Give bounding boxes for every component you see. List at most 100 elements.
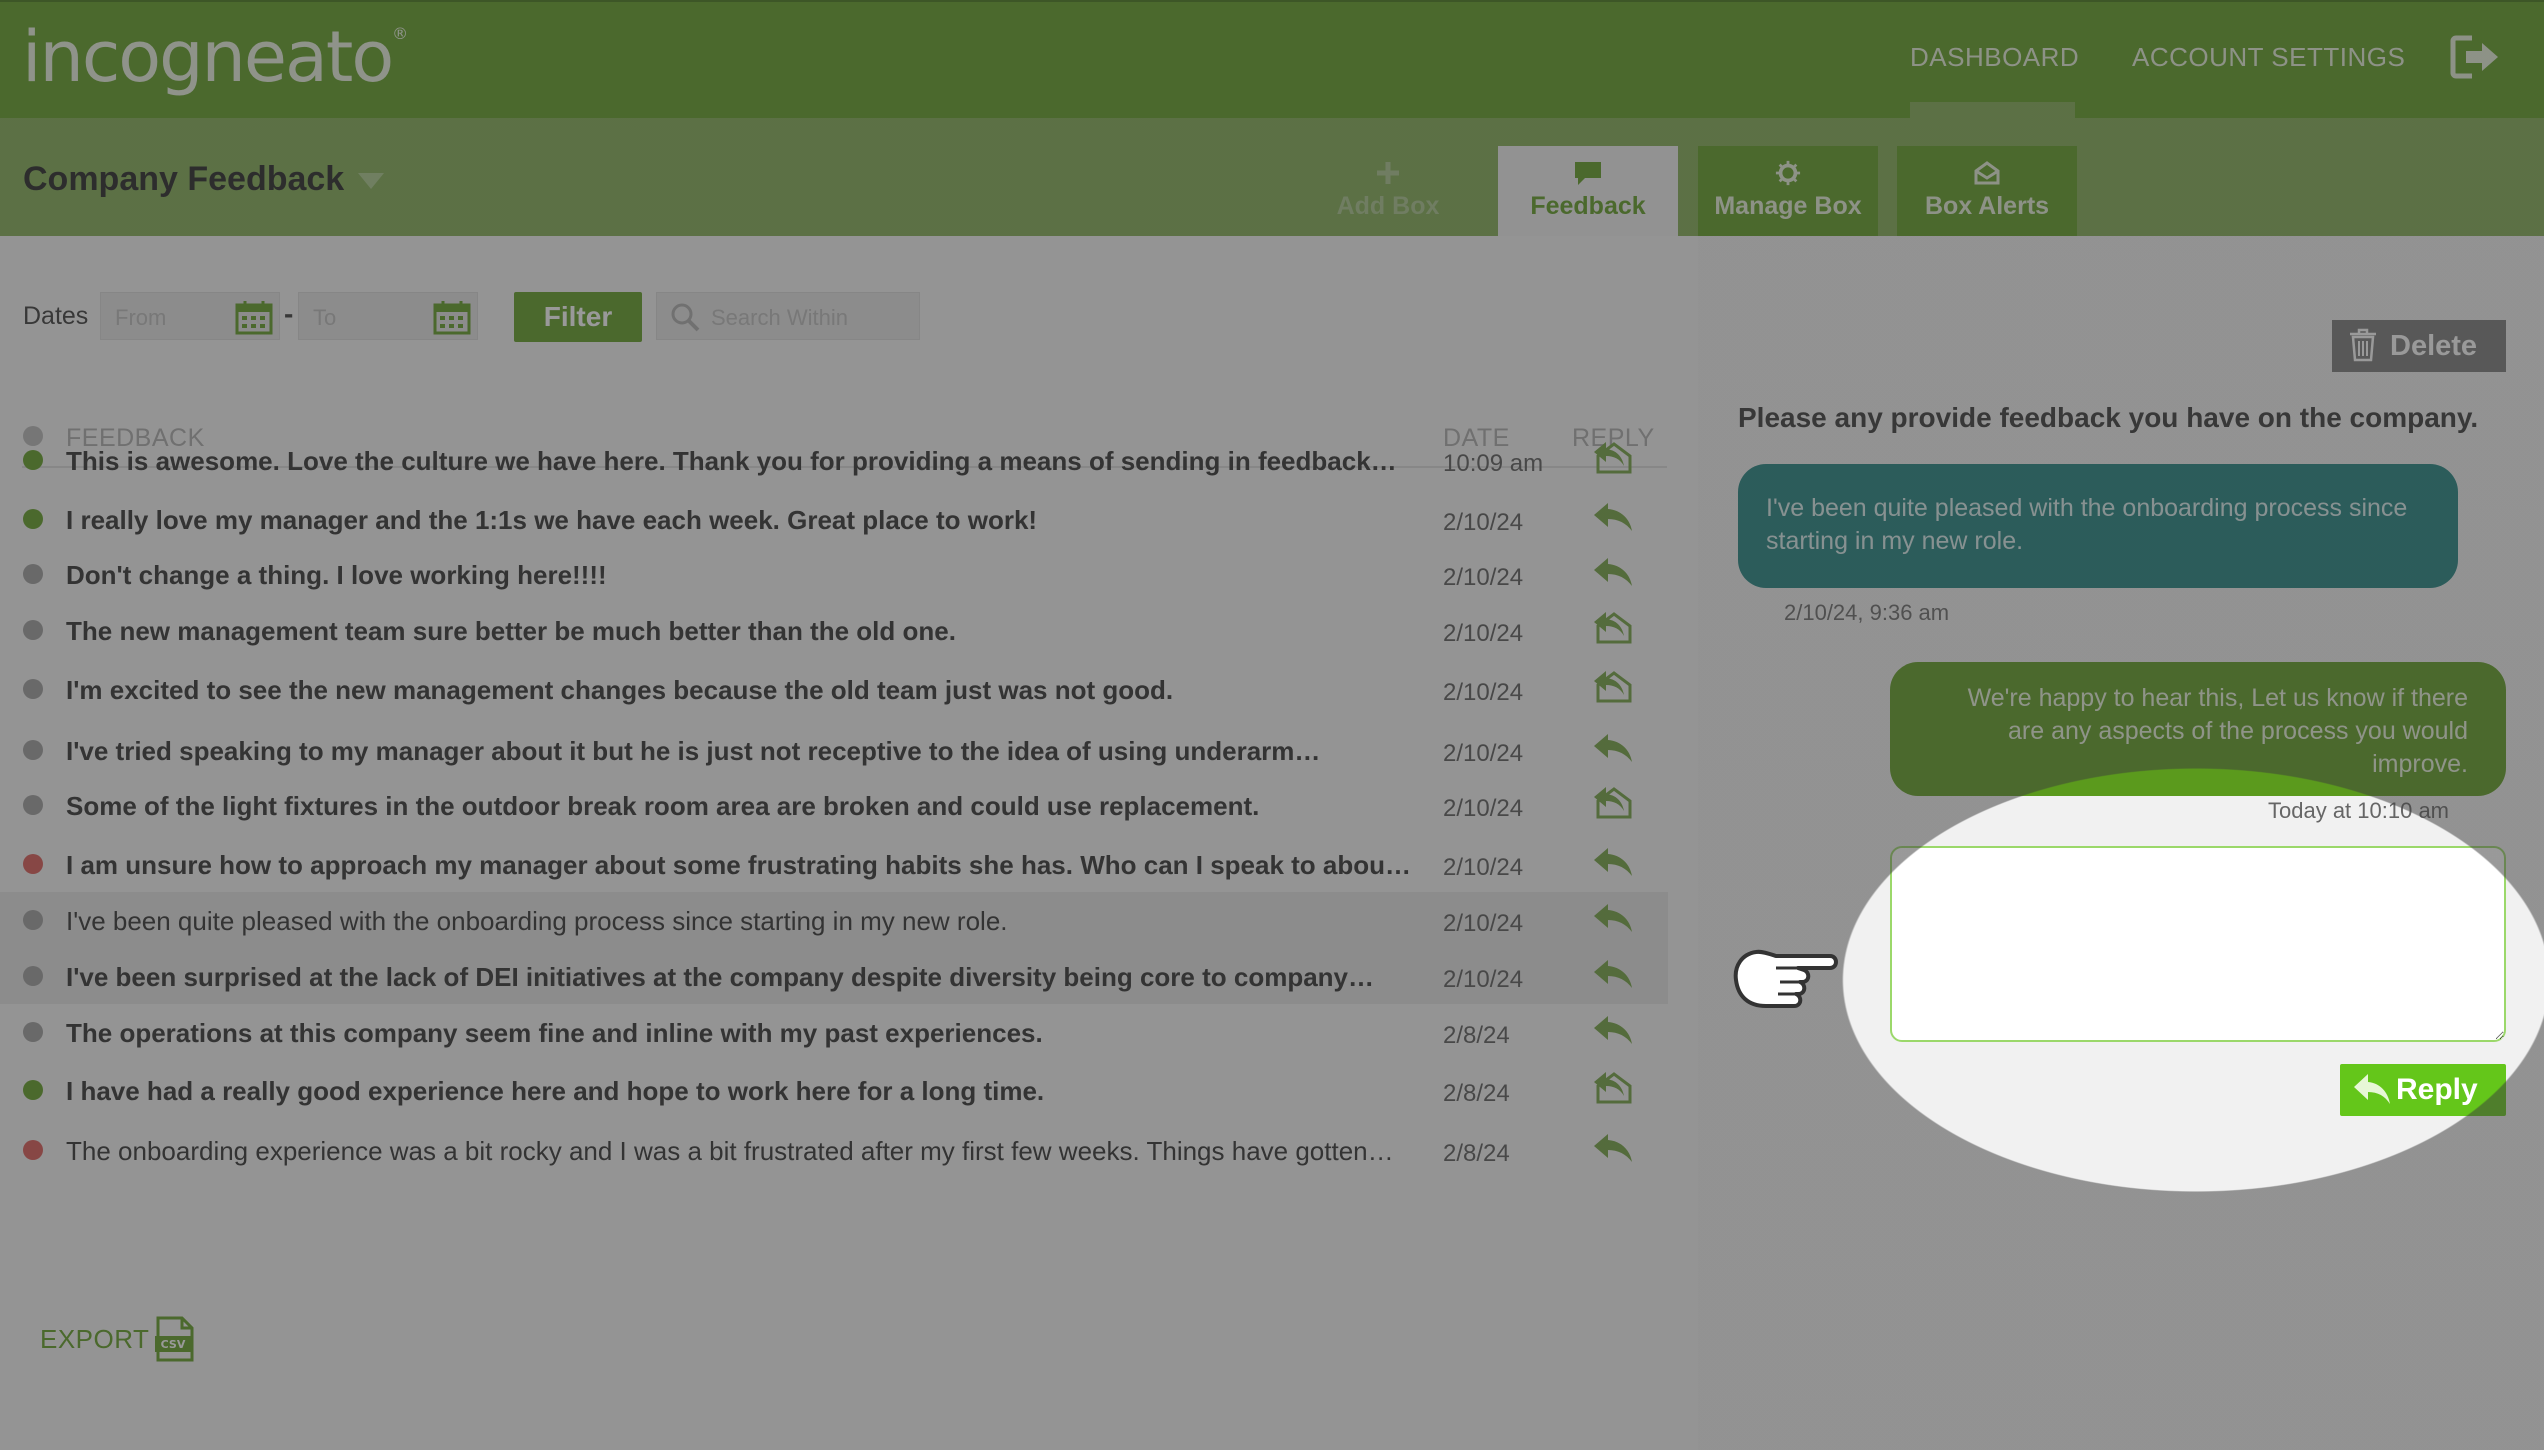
box-header: Company Feedback Add Box Feedback Manage…	[0, 118, 2544, 236]
tab-manage-box-label: Manage Box	[1714, 192, 1862, 220]
feedback-date: 10:09 am	[1443, 450, 1544, 477]
feedback-date: 2/10/24	[1443, 910, 1524, 937]
feedback-date: 2/8/24	[1443, 1022, 1510, 1049]
status-dot[interactable]	[23, 620, 43, 640]
tab-box-alerts[interactable]: Box Alerts	[1897, 146, 2077, 236]
feedback-date: 2/10/24	[1443, 679, 1524, 706]
from-placeholder: From	[115, 305, 167, 330]
logout-icon[interactable]	[2450, 34, 2502, 80]
feedback-text: I'm excited to see the new management ch…	[66, 675, 1174, 705]
tab-add-box-label: Add Box	[1336, 192, 1440, 220]
reply-envelope-icon[interactable]	[1590, 783, 1638, 823]
table-row[interactable]: I really love my manager and the 1:1s we…	[0, 491, 1668, 547]
tab-feedback[interactable]: Feedback	[1498, 146, 1678, 236]
feedback-date: 2/10/24	[1443, 509, 1524, 536]
reply-arrow-icon[interactable]	[1590, 552, 1638, 592]
reply-arrow-icon[interactable]	[1590, 898, 1638, 938]
status-dot[interactable]	[23, 1022, 43, 1042]
top-navbar: incogneato® DASHBOARD ACCOUNT SETTINGS	[0, 0, 2544, 118]
feedback-date: 2/10/24	[1443, 966, 1524, 993]
feedback-date: 2/10/24	[1443, 795, 1524, 822]
calendar-icon[interactable]	[235, 299, 273, 335]
table-row[interactable]: Don't change a thing. I love working her…	[0, 546, 1668, 602]
feedback-date: 2/8/24	[1443, 1140, 1510, 1167]
reply-envelope-icon[interactable]	[1590, 608, 1638, 648]
table-row[interactable]: I've been quite pleased with the onboard…	[0, 892, 1668, 948]
status-dot[interactable]	[23, 795, 43, 815]
nav-dashboard[interactable]: DASHBOARD	[1910, 42, 2079, 73]
status-dot[interactable]	[23, 450, 43, 470]
from-date-input[interactable]: From	[100, 292, 280, 340]
reply-arrow-icon[interactable]	[1590, 497, 1638, 537]
search-placeholder: Search Within	[711, 305, 848, 330]
feedback-text: The operations at this company seem fine…	[66, 1018, 1043, 1048]
feedback-list-pane: Dates From - To Filter Search Within FEE…	[0, 236, 1698, 1450]
gear-icon	[1775, 160, 1801, 186]
dates-label: Dates	[23, 302, 89, 330]
reply-arrow-icon[interactable]	[1590, 728, 1638, 768]
to-date-input[interactable]: To	[298, 292, 478, 340]
delete-label: Delete	[2390, 330, 2478, 362]
table-row[interactable]: This is awesome. Love the culture we hav…	[0, 432, 1668, 488]
status-dot[interactable]	[23, 1080, 43, 1100]
incoming-message: I've been quite pleased with the onboard…	[1738, 464, 2458, 588]
table-row[interactable]: I have had a really good experience here…	[0, 1062, 1668, 1118]
svg-text:CSV: CSV	[161, 1338, 186, 1351]
reply-arrow-icon[interactable]	[1590, 1128, 1638, 1168]
delete-button[interactable]: Delete	[2332, 320, 2506, 372]
calendar-icon[interactable]	[433, 299, 471, 335]
status-dot[interactable]	[23, 966, 43, 986]
feedback-text: I've been surprised at the lack of DEI i…	[66, 962, 1374, 992]
search-input[interactable]: Search Within	[656, 292, 920, 340]
logo[interactable]: incogneato®	[22, 16, 408, 98]
feedback-text: Some of the light fixtures in the outdoo…	[66, 791, 1260, 821]
table-row[interactable]: The new management team sure better be m…	[0, 602, 1668, 658]
table-row[interactable]: I've been surprised at the lack of DEI i…	[0, 948, 1668, 1004]
box-question: Please any provide feedback you have on …	[1738, 402, 2479, 433]
table-row[interactable]: I've tried speaking to my manager about …	[0, 722, 1668, 778]
table-row[interactable]: The operations at this company seem fine…	[0, 1004, 1668, 1060]
reply-envelope-icon[interactable]	[1590, 667, 1638, 707]
feedback-date: 2/10/24	[1443, 740, 1524, 767]
table-row[interactable]: I'm excited to see the new management ch…	[0, 661, 1668, 717]
box-title[interactable]: Company Feedback	[23, 160, 344, 199]
status-dot[interactable]	[23, 509, 43, 529]
feedback-text: This is awesome. Love the culture we hav…	[66, 446, 1397, 476]
table-row[interactable]: The onboarding experience was a bit rock…	[0, 1122, 1668, 1178]
table-row[interactable]: Some of the light fixtures in the outdoo…	[0, 777, 1668, 833]
trash-icon	[2350, 328, 2376, 362]
status-dot[interactable]	[23, 564, 43, 584]
status-dot[interactable]	[23, 740, 43, 760]
status-dot[interactable]	[23, 910, 43, 930]
chat-bubble-icon	[1575, 162, 1601, 185]
pointing-hand-icon	[1733, 949, 1838, 1008]
feedback-text: The new management team sure better be m…	[66, 616, 956, 646]
filter-button[interactable]: Filter	[514, 292, 642, 342]
chevron-down-icon[interactable]	[358, 173, 384, 189]
reply-button[interactable]: Reply	[2340, 1064, 2506, 1116]
reply-arrow-icon	[2354, 1074, 2390, 1104]
nav-account-settings[interactable]: ACCOUNT SETTINGS	[2132, 42, 2405, 73]
registered-mark: ®	[392, 24, 408, 43]
reply-arrow-icon[interactable]	[1590, 842, 1638, 882]
tab-box-alerts-label: Box Alerts	[1924, 192, 2050, 220]
csv-file-icon[interactable]: CSV	[154, 1316, 196, 1362]
tab-manage-box[interactable]: Manage Box	[1698, 146, 1878, 236]
status-dot[interactable]	[23, 1140, 43, 1160]
status-dot[interactable]	[23, 854, 43, 874]
reply-arrow-icon[interactable]	[1590, 1010, 1638, 1050]
table-row[interactable]: I am unsure how to approach my manager a…	[0, 836, 1668, 892]
feedback-detail-pane: Delete Please any provide feedback you h…	[1698, 236, 2544, 1450]
reply-envelope-icon[interactable]	[1590, 438, 1638, 478]
tab-add-box[interactable]: Add Box	[1298, 146, 1478, 236]
status-dot[interactable]	[23, 679, 43, 699]
reply-arrow-icon[interactable]	[1590, 954, 1638, 994]
feedback-text: The onboarding experience was a bit rock…	[66, 1136, 1394, 1166]
outgoing-message: We're happy to hear this, Let us know if…	[1890, 662, 2506, 796]
feedback-date: 2/8/24	[1443, 1080, 1510, 1107]
reply-envelope-icon[interactable]	[1590, 1068, 1638, 1108]
export-button[interactable]: EXPORT	[40, 1324, 149, 1355]
search-icon	[671, 303, 700, 332]
reply-textarea[interactable]	[1890, 846, 2506, 1042]
feedback-text: Don't change a thing. I love working her…	[66, 560, 607, 590]
